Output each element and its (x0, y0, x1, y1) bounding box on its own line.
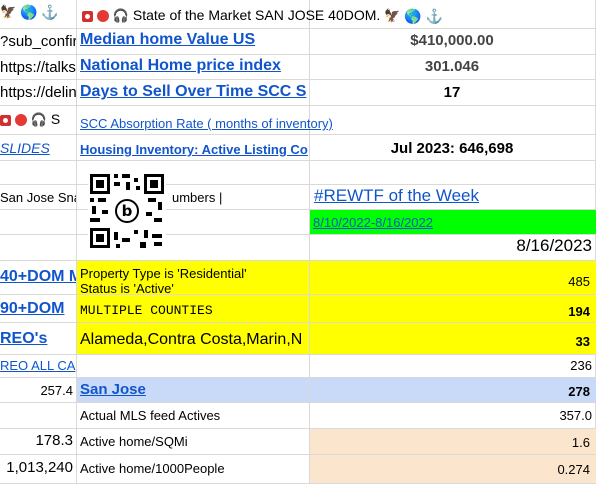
reo-all-ca-link[interactable]: REO ALL CA (0, 358, 76, 376)
days-to-sell-link[interactable]: Days to Sell Over Time SCC S (80, 83, 308, 105)
red-dot-icon (96, 10, 109, 23)
value-194: 194 (310, 295, 596, 322)
cell-numbers: umbers | (172, 190, 223, 205)
red-app-icon (82, 10, 93, 22)
red-dot-icon (14, 114, 27, 127)
median-home-value-link[interactable]: Median home Value US (80, 31, 308, 53)
active-1000-label: Active home/1000People (80, 461, 225, 476)
qr-code[interactable]: b (88, 172, 166, 250)
national-price-index-value: 301.046 (424, 58, 480, 75)
value-0-274: 0.274 (310, 455, 596, 483)
slides-link[interactable]: SLIDES (0, 140, 76, 160)
cell-delin-url[interactable]: https://delin (0, 84, 76, 104)
median-home-value: $410,000.00 (410, 32, 494, 49)
svg-text:b: b (122, 202, 133, 220)
row-divider (0, 79, 596, 80)
counties-list-cell: Alameda,Contra Costa,Marin,N (77, 323, 309, 354)
national-price-index-link[interactable]: National Home price index (80, 57, 308, 79)
dom90-link[interactable]: 90+DOM (0, 300, 76, 320)
red-app-icon (0, 114, 11, 126)
property-type-text: Property Type is 'Residential' (80, 266, 247, 281)
row-divider (0, 134, 596, 135)
row-divider (0, 105, 596, 106)
cell-sub-confirm: ?sub_confirm (0, 33, 76, 50)
days-to-sell-value: 17 (443, 84, 461, 101)
globe-icon: 🌎 (404, 8, 422, 25)
san-jose-cell: San Jose (77, 378, 309, 402)
housing-inventory-value: Jul 2023: 646,698 (390, 140, 514, 157)
row-divider (0, 160, 596, 161)
date-range-link[interactable]: 8/10/2022-8/16/2022 (313, 215, 433, 230)
header-title: State of the Market SAN JOSE 40DOM. (132, 7, 381, 23)
row-divider (0, 402, 596, 403)
value-357: 357.0 (559, 408, 592, 423)
globe-icon: 🌎 (20, 4, 38, 21)
housing-inventory-link[interactable]: Housing Inventory: Active Listing Cou (80, 142, 308, 160)
cell-talks-url[interactable]: https://talks (0, 59, 76, 79)
qr-code-icon: b (88, 172, 166, 250)
absorption-rate-link[interactable]: SCC Absorption Rate ( months of inventor… (80, 116, 370, 134)
rewtf-link[interactable]: #REWTF of the Week (314, 186, 594, 208)
value-278: 278 (310, 378, 596, 402)
mls-actives-label: Actual MLS feed Actives (80, 408, 221, 423)
value-1013240: 1,013,240 (6, 459, 73, 476)
property-type-cell: Property Type is 'Residential' Status is… (77, 261, 309, 294)
bird-icon: 🦅 (384, 8, 401, 24)
value-236: 236 (570, 358, 592, 373)
anchor-icon: ⚓ (425, 8, 444, 25)
cell-s: S (50, 111, 61, 127)
bird-icon: 🦅 (0, 4, 17, 20)
row-divider (0, 354, 596, 355)
value-257: 257.4 (40, 383, 73, 398)
dom40-link[interactable]: 40+DOM M (0, 268, 76, 290)
value-1-6: 1.6 (310, 429, 596, 454)
col-a-icons: 🦅 🌎 ⚓ (0, 3, 76, 27)
anchor-icon: ⚓ (41, 3, 59, 20)
value-178: 178.3 (35, 432, 73, 449)
status-active-text: Status is 'Active' (80, 281, 174, 294)
active-sqmi-label: Active home/SQMi (80, 434, 188, 449)
date-cell: 8/16/2023 (516, 236, 592, 255)
headphones-icon: 🎧 (30, 112, 47, 128)
header-row: 🎧 State of the Market SAN JOSE 40DOM. 🦅 … (82, 6, 594, 26)
value-485: 485 (310, 261, 596, 294)
headphones-icon: 🎧 (112, 8, 129, 24)
value-33: 33 (310, 323, 596, 354)
row-divider (0, 28, 596, 29)
row-divider (0, 54, 596, 55)
column-divider (76, 0, 77, 484)
san-jose-link[interactable]: San Jose (80, 381, 146, 398)
cell-san-jose-snap: San Jose Snap (0, 190, 76, 205)
reos-link[interactable]: REO's (0, 330, 76, 350)
col-a-icons-row5: 🎧 S (0, 111, 76, 133)
multiple-counties-cell: MULTIPLE COUNTIES (77, 295, 309, 322)
date-range-cell: 8/10/2022-8/16/2022 (310, 210, 596, 234)
